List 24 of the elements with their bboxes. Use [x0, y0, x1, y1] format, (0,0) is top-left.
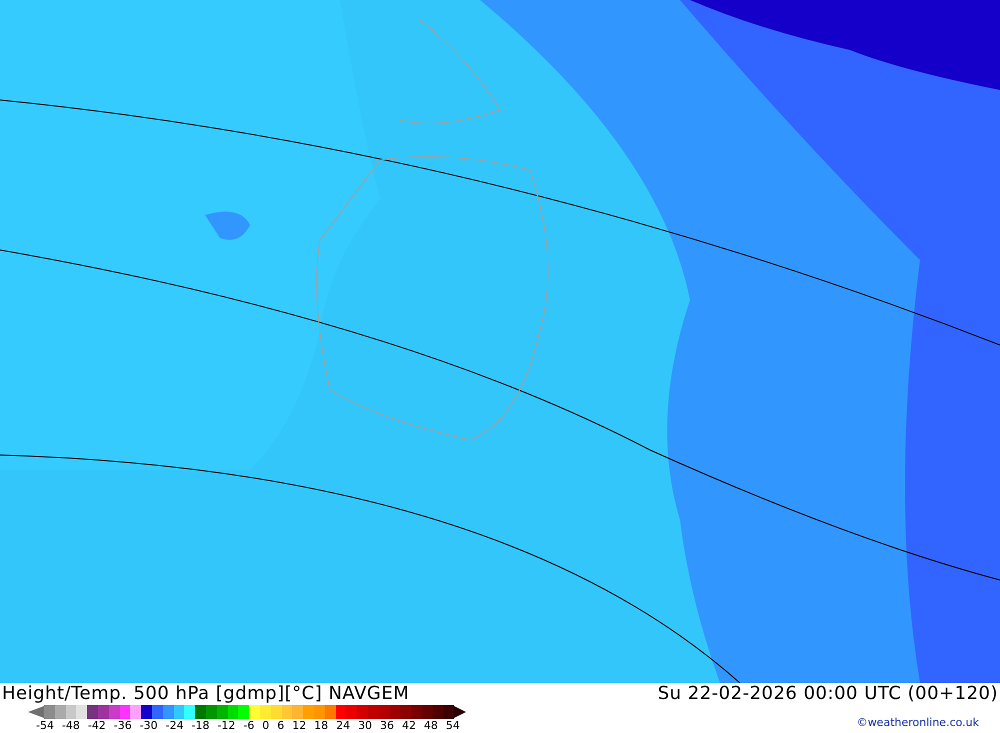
- arrow-left-icon: [28, 705, 44, 719]
- scale-label: -30: [140, 719, 158, 732]
- scale-label: -42: [88, 719, 106, 732]
- scale-label: 12: [292, 719, 306, 732]
- scale-label: 18: [314, 719, 328, 732]
- scale-label: -6: [243, 719, 254, 732]
- scale-label: -54: [36, 719, 54, 732]
- arrow-right-icon: [454, 705, 466, 719]
- map-title: Height/Temp. 500 hPa [gdmp][°C] NAVGEM: [2, 683, 410, 705]
- scale-label: -36: [114, 719, 132, 732]
- scale-label: 24: [336, 719, 350, 732]
- scale-label: -24: [166, 719, 184, 732]
- scale-label: 42: [402, 719, 416, 732]
- scale-label: 0: [262, 719, 270, 732]
- scale-label: 54: [446, 719, 460, 732]
- scale-label: 48: [424, 719, 438, 732]
- scale-label: 30: [358, 719, 372, 732]
- scale-label: 36: [380, 719, 394, 732]
- scale-label: -18: [192, 719, 210, 732]
- credit-text[interactable]: ©weatheronline.co.uk: [856, 716, 979, 729]
- scale-label: 6: [277, 719, 284, 732]
- scale-label: -12: [217, 719, 236, 732]
- scale-label: -48: [62, 719, 80, 732]
- valid-time: Su 22-02-2026 00:00 UTC (00+120): [658, 683, 998, 705]
